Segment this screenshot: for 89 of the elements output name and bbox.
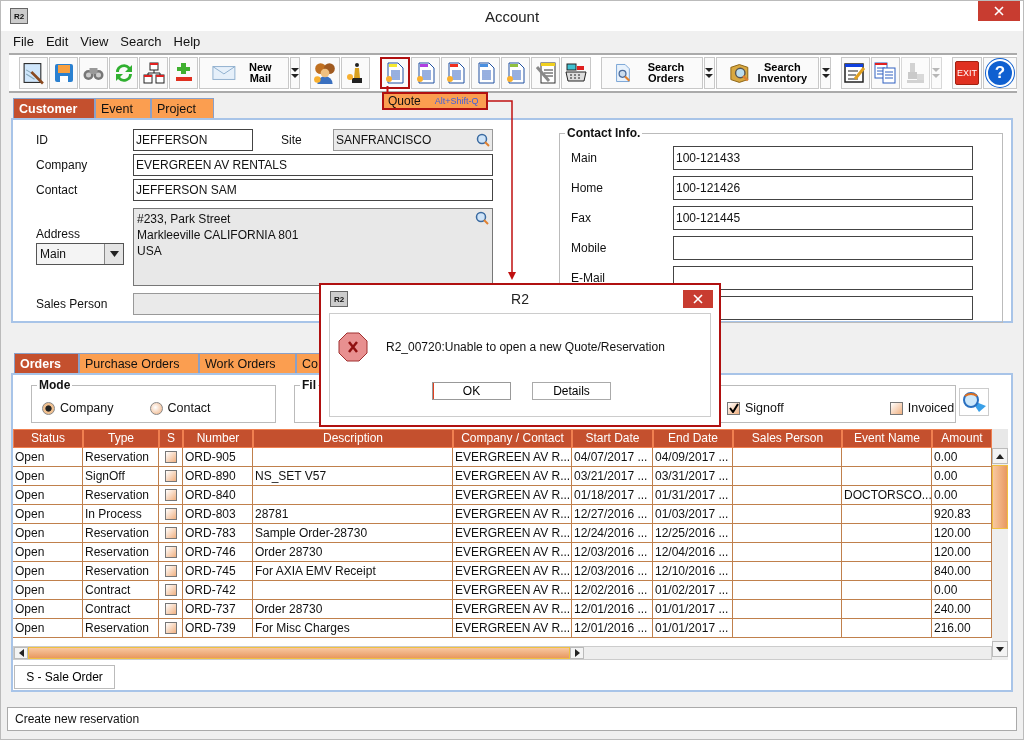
table-cell: Reservation — [83, 562, 159, 581]
table-cell: 12/24/2016 ... — [572, 524, 653, 543]
table-cell: Open — [13, 600, 83, 619]
group-title: Fil — [300, 378, 318, 392]
table-cell: EVERGREEN AV R... — [453, 524, 572, 543]
table-cell: Reservation — [83, 619, 159, 638]
table-cell: 12/01/2016 ... — [572, 619, 653, 638]
table-cell: 01/31/2017 ... — [653, 486, 733, 505]
group-title: Mode — [37, 378, 73, 392]
table-cell: 12/01/2016 ... — [572, 600, 653, 619]
table-cell: 03/31/2017 ... — [653, 467, 733, 486]
table-cell: ORD-742 — [183, 581, 253, 600]
table-cell: ORD-739 — [183, 619, 253, 638]
table-cell: Open — [13, 486, 83, 505]
table-cell: EVERGREEN AV R... — [453, 505, 572, 524]
table-cell: ORD-783 — [183, 524, 253, 543]
table-cell: Contract — [83, 600, 159, 619]
table-cell: EVERGREEN AV R... — [453, 619, 572, 638]
field-label: Contact — [36, 183, 79, 197]
window-title: Account — [484, 7, 540, 25]
group-title: Contact Info. — [565, 126, 643, 140]
table-cell: 04/09/2017 ... — [653, 448, 733, 467]
error-message: R2_00720:Unable to open a new Quote/Reservation — [386, 340, 665, 354]
field-label: Mobile — [571, 241, 608, 255]
table-cell: ORD-746 — [183, 543, 253, 562]
table-cell: EVERGREEN AV R... — [453, 581, 572, 600]
field-label: Address — [36, 227, 82, 241]
table-cell: ORD-737 — [183, 600, 253, 619]
table-cell: 01/18/2017 ... — [572, 486, 653, 505]
table-cell: EVERGREEN AV R... — [453, 562, 572, 581]
table-cell: Reservation — [83, 543, 159, 562]
table-cell: EVERGREEN AV R... — [453, 600, 572, 619]
table-cell: DOCTORSCO... — [842, 486, 932, 505]
field-label: Site — [281, 133, 303, 147]
field-label: Main — [571, 151, 598, 165]
table-cell: Reservation — [83, 524, 159, 543]
table-cell: Open — [13, 581, 83, 600]
table-cell: Reservation — [83, 448, 159, 467]
table-cell: Contract — [83, 581, 159, 600]
dialog-title: R2 — [511, 291, 529, 307]
table-cell: 12/03/2016 ... — [572, 543, 653, 562]
table-cell: Order 28730 — [253, 600, 453, 619]
status-text: Create new reservation — [15, 712, 140, 726]
table-cell: Open — [13, 448, 83, 467]
table-cell: SignOff — [83, 467, 159, 486]
tooltip: Quote Alt+Shift-Q — [382, 92, 488, 110]
table-cell: Open — [13, 619, 83, 638]
table-cell: Reservation — [83, 486, 159, 505]
field-label: Sales Person — [36, 297, 109, 311]
table-cell: ORD-745 — [183, 562, 253, 581]
table-cell: Open — [13, 543, 83, 562]
app-logo: R2 — [330, 291, 348, 307]
table-cell: EVERGREEN AV R... — [453, 467, 572, 486]
table-cell: 03/21/2017 ... — [572, 467, 653, 486]
table-cell: 01/03/2017 ... — [653, 505, 733, 524]
table-cell: ORD-840 — [183, 486, 253, 505]
field-label: ID — [36, 133, 49, 147]
table-cell: Order 28730 — [253, 543, 453, 562]
table-cell: NS_SET V57 — [253, 467, 453, 486]
field-label: Company — [36, 158, 89, 172]
table-cell: ORD-803 — [183, 505, 253, 524]
table-cell: 12/25/2016 ... — [653, 524, 733, 543]
table-cell: ORD-905 — [183, 448, 253, 467]
table-cell: 04/07/2017 ... — [572, 448, 653, 467]
table-cell: For Misc Charges — [253, 619, 453, 638]
table-cell: EVERGREEN AV R... — [453, 486, 572, 505]
table-cell: Open — [13, 562, 83, 581]
table-cell: 12/10/2016 ... — [653, 562, 733, 581]
table-cell: 12/27/2016 ... — [572, 505, 653, 524]
table-cell: 12/04/2016 ... — [653, 543, 733, 562]
table-cell: In Process — [83, 505, 159, 524]
table-cell: EVERGREEN AV R... — [453, 448, 572, 467]
table-cell: 28781 — [253, 505, 453, 524]
app-logo: R2 — [10, 8, 28, 24]
field-label: E-Mail — [571, 271, 606, 285]
table-cell: 01/02/2017 ... — [653, 581, 733, 600]
table-cell: For AXIA EMV Receipt — [253, 562, 453, 581]
table-cell: 01/01/2017 ... — [653, 619, 733, 638]
table-cell: Open — [13, 505, 83, 524]
table-cell: EVERGREEN AV R... — [453, 543, 572, 562]
table-cell: Sample Order-28730 — [253, 524, 453, 543]
table-cell: 12/03/2016 ... — [572, 562, 653, 581]
table-cell: ORD-890 — [183, 467, 253, 486]
table-cell: Open — [13, 467, 83, 486]
field-label: Home — [571, 181, 604, 195]
table-cell: 01/01/2017 ... — [653, 600, 733, 619]
table-cell: Open — [13, 524, 83, 543]
table-cell: 12/02/2016 ... — [572, 581, 653, 600]
field-label: Fax — [571, 211, 592, 225]
